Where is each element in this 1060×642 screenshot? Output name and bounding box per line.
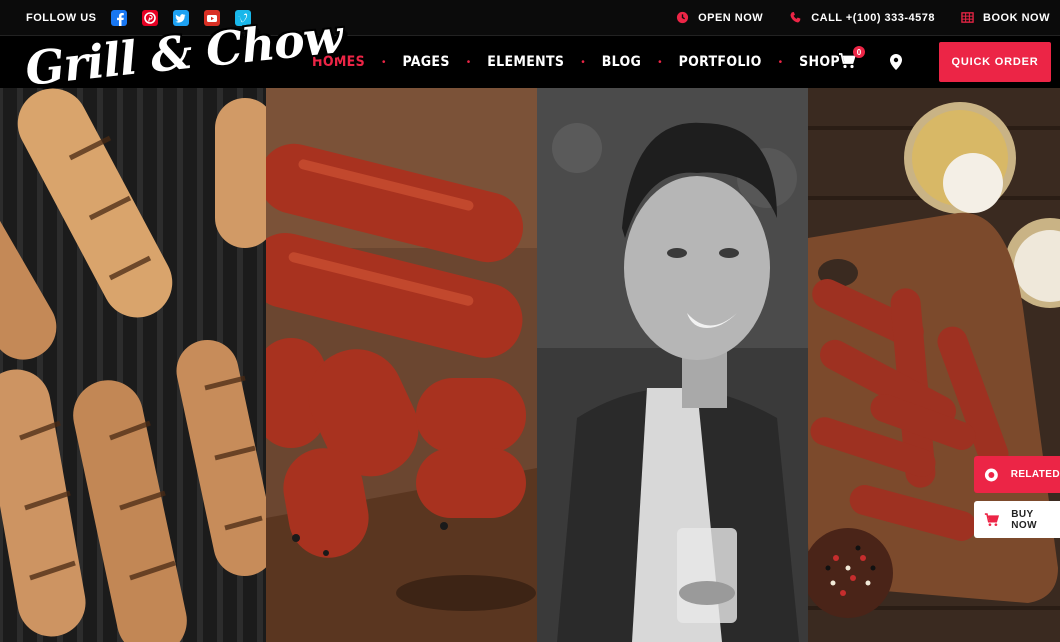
menu-separator-dot: • [581, 56, 585, 68]
nav-item-portfolio[interactable]: PORTFOLIO [679, 54, 762, 70]
book-now-label: BOOK NOW [983, 11, 1050, 24]
menu-separator-dot: • [466, 56, 471, 68]
shopping-cart-icon [984, 512, 1000, 526]
nav-item-blog[interactable]: BLOG [602, 54, 641, 70]
quick-order-button[interactable]: QUICK ORDER [939, 42, 1051, 82]
phone-icon [790, 12, 801, 23]
nav-icons: 0 [838, 36, 904, 88]
clock-icon [677, 11, 689, 24]
nav-item-pages[interactable]: PAGES [402, 54, 449, 70]
smiling-customer-image [537, 88, 808, 642]
smoked-sausages-image [266, 88, 537, 642]
nav-item-elements[interactable]: ELEMENTS [487, 54, 564, 70]
main-menu: HOMES • PAGES • ELEMENTS • BLOG • PORTFO… [312, 36, 840, 88]
hero-image-strip [0, 88, 1060, 642]
related-label: RELATED [1010, 469, 1060, 480]
call-link[interactable]: CALL +(100) 333-4578 [789, 11, 935, 24]
sausage-board-beer-image [808, 88, 1060, 642]
cart-count-badge: 0 [853, 46, 865, 58]
book-now-link[interactable]: BOOK NOW [961, 11, 1050, 24]
calendar-table-icon [961, 12, 974, 23]
facebook-icon[interactable] [110, 9, 127, 26]
menu-separator-dot: • [658, 56, 662, 68]
nav-item-shop[interactable]: SHOP [799, 54, 840, 70]
menu-separator-dot: • [381, 56, 386, 68]
twitter-icon[interactable] [172, 9, 189, 26]
call-label: CALL +(100) 333-4578 [811, 11, 936, 24]
buy-now-button[interactable]: BUY NOW [974, 501, 1060, 538]
related-button[interactable]: RELATED [974, 456, 1060, 493]
related-demos-icon [984, 468, 998, 481]
top-contacts: OPEN NOW CALL +(100) 333-4578 BOOK NOW [650, 11, 1050, 24]
follow-us-label: FOLLOW US [26, 11, 97, 24]
open-now-label: OPEN NOW [698, 11, 764, 24]
pinterest-icon[interactable] [141, 9, 158, 26]
map-pin-icon[interactable] [888, 53, 904, 71]
menu-separator-dot: • [778, 56, 783, 68]
buy-now-label: BUY NOW [1011, 508, 1037, 531]
cart-button[interactable]: 0 [838, 46, 865, 72]
open-now-link[interactable]: OPEN NOW [676, 11, 763, 24]
grilled-sausages-image [0, 88, 266, 642]
